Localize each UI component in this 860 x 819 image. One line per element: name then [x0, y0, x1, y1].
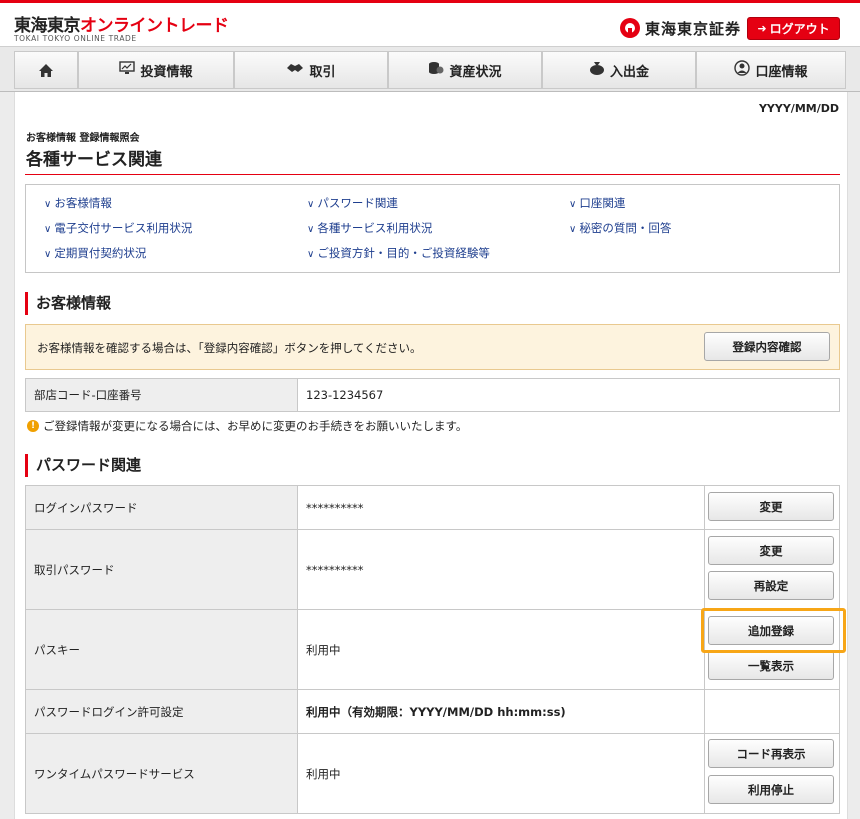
nav-label: 資産状況 — [449, 64, 502, 80]
current-date: YYYY/MM/DD — [758, 102, 839, 115]
list-passkeys-button[interactable]: 一覧表示 — [708, 651, 834, 680]
logout-button[interactable]: ➜ ログアウト — [747, 17, 840, 40]
chevron-down-icon: ∨ — [307, 224, 315, 235]
warning-text: ご登録情報が変更になる場合には、お早めに変更のお手続きをお願いいたします。 — [43, 419, 468, 433]
row-label: ログインパスワード — [25, 485, 298, 530]
main-nav: 投資情報 取引 資産状況 入出金 口座情報 — [0, 46, 860, 92]
row-value: ********** — [297, 485, 705, 530]
home-icon — [39, 63, 53, 77]
nav-label: 取引 — [309, 64, 336, 80]
nav-label: 投資情報 — [140, 64, 193, 80]
row-value: ********** — [297, 529, 705, 610]
row-value: 利用中 — [297, 733, 705, 814]
link-label: 口座関連 — [579, 196, 626, 210]
row-value: 利用中 — [297, 609, 705, 690]
top-header: 東海東京オンライントレード TOKAI TOKYO ONLINE TRADE 東… — [0, 0, 860, 46]
account-table: 部店コード-口座番号 123-1234567 — [25, 378, 840, 412]
brand-logo: 東海東京証券 — [620, 17, 741, 39]
highlight-frame — [701, 608, 846, 653]
row-label: 取引パスワード — [25, 529, 298, 610]
link-customer-info[interactable]: ∨ お客様情報 — [44, 195, 112, 211]
page-title: 各種サービス関連 — [26, 150, 162, 170]
link-label: パスワード関連 — [317, 196, 398, 210]
breadcrumb: お客様情報 登録情報照会 — [26, 133, 140, 144]
site-logo[interactable]: 東海東京オンライントレード — [14, 11, 229, 36]
row-actions — [704, 689, 840, 734]
link-label: 秘密の質問・回答 — [579, 221, 672, 235]
link-label: 各種サービス利用状況 — [317, 221, 433, 235]
link-regular-purchase[interactable]: ∨ 定期買付契約状況 — [44, 245, 146, 261]
brand-name: 東海東京証券 — [645, 19, 742, 38]
link-password[interactable]: ∨ パスワード関連 — [307, 195, 398, 211]
row-label: パスワードログイン許可設定 — [25, 689, 298, 734]
chevron-down-icon: ∨ — [307, 249, 315, 260]
section-title-password: パスワード関連 — [25, 454, 141, 477]
account-value: 123-1234567 — [297, 378, 840, 412]
nav-deposit-withdrawal[interactable]: 入出金 — [542, 51, 696, 89]
notice-text: お客様情報を確認する場合は、「登録内容確認」ボタンを押してください。 — [37, 341, 422, 355]
link-services[interactable]: ∨ 各種サービス利用状況 — [307, 220, 432, 236]
link-label: 定期買付契約状況 — [54, 246, 147, 260]
chevron-down-icon: ∨ — [569, 199, 577, 210]
change-login-password-button[interactable]: 変更 — [708, 492, 834, 521]
section-title-customer: お客様情報 — [25, 292, 111, 315]
user-icon — [734, 60, 751, 80]
logout-icon: ➜ — [757, 22, 767, 35]
quick-links: ∨ お客様情報 ∨ パスワード関連 ∨ 口座関連 ∨ 電子交付サービス利用状況 ∨ 各種サ… — [25, 184, 840, 273]
link-label: 電子交付サービス利用状況 — [54, 221, 193, 235]
logo-subtitle: TOKAI TOKYO ONLINE TRADE — [14, 34, 137, 43]
nav-trade[interactable]: 取引 — [234, 51, 388, 89]
link-secret-question[interactable]: ∨ 秘密の質問・回答 — [569, 220, 671, 236]
logo-text-accent: オンライントレード — [80, 16, 229, 36]
chevron-down-icon: ∨ — [569, 224, 577, 235]
money-bag-icon — [589, 61, 605, 79]
chevron-down-icon: ∨ — [44, 249, 52, 260]
coins-icon — [428, 61, 444, 79]
brand-mark-icon — [620, 18, 640, 38]
main-content: YYYY/MM/DD お客様情報 登録情報照会 各種サービス関連 ∨ お客様情報 … — [14, 92, 848, 819]
table-row: 部店コード-口座番号 123-1234567 — [25, 378, 840, 412]
row-label: ワンタイムパスワードサービス — [25, 733, 298, 814]
change-trade-password-button[interactable]: 変更 — [708, 536, 834, 565]
table-row: パスワードログイン許可設定 利用中（有効期限：YYYY/MM/DD hh:mm:… — [25, 689, 840, 734]
title-divider — [25, 174, 840, 175]
monitor-icon — [119, 61, 136, 79]
chevron-down-icon: ∨ — [307, 199, 315, 210]
logo-text-main: 東海東京 — [14, 16, 81, 36]
link-label: お客様情報 — [54, 196, 112, 210]
nav-label: 口座情報 — [755, 64, 808, 80]
row-label: パスキー — [25, 609, 298, 690]
nav-investment-info[interactable]: 投資情報 — [78, 51, 234, 89]
warning-message: ! ご登録情報が変更になる場合には、お早めに変更のお手続きをお願いいたします。 — [27, 418, 467, 434]
account-label: 部店コード-口座番号 — [25, 378, 298, 412]
nav-account-info[interactable]: 口座情報 — [696, 51, 846, 89]
logout-label: ログアウト — [769, 22, 830, 36]
chevron-down-icon: ∨ — [44, 199, 52, 210]
nav-label: 入出金 — [609, 64, 649, 80]
nav-assets[interactable]: 資産状況 — [388, 51, 542, 89]
customer-notice: お客様情報を確認する場合は、「登録内容確認」ボタンを押してください。 登録内容確… — [25, 324, 840, 370]
link-investment-policy[interactable]: ∨ ご投資方針・目的・ご投資経験等 — [307, 245, 490, 261]
link-account[interactable]: ∨ 口座関連 — [569, 195, 625, 211]
handshake-icon — [286, 62, 304, 78]
exclamation-icon: ! — [27, 420, 39, 432]
link-e-delivery[interactable]: ∨ 電子交付サービス利用状況 — [44, 220, 192, 236]
reset-trade-password-button[interactable]: 再設定 — [708, 571, 834, 600]
redisplay-code-button[interactable]: コード再表示 — [708, 739, 834, 768]
nav-home[interactable] — [14, 51, 78, 89]
link-label: ご投資方針・目的・ご投資経験等 — [317, 246, 490, 260]
stop-service-button[interactable]: 利用停止 — [708, 775, 834, 804]
confirm-registration-button[interactable]: 登録内容確認 — [704, 332, 830, 361]
row-value: 利用中（有効期限：YYYY/MM/DD hh:mm:ss) — [297, 689, 705, 734]
chevron-down-icon: ∨ — [44, 224, 52, 235]
